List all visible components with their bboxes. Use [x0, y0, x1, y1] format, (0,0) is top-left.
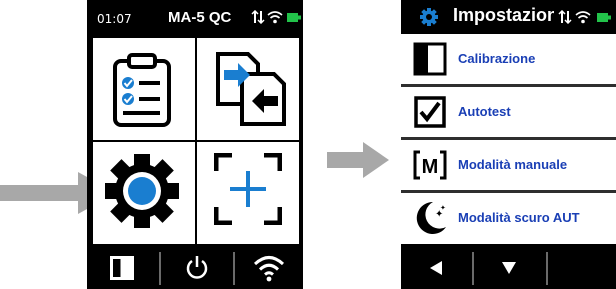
title-bar: Impostazioni — [401, 0, 616, 34]
battery-icon — [597, 13, 611, 22]
signal-icon — [251, 10, 265, 24]
wifi-button[interactable] — [235, 246, 303, 289]
wifi-status-icon — [575, 11, 591, 24]
bottom-button-empty[interactable] — [548, 246, 616, 289]
menu-item-label: Autotest — [458, 104, 511, 119]
data-transfer-icon — [216, 52, 286, 126]
calibration-tile-icon — [110, 256, 134, 280]
tile-tasks[interactable] — [93, 38, 196, 141]
settings-gear-icon — [420, 8, 438, 26]
grid-divider-horizontal — [93, 140, 299, 142]
settings-menu: Calibrazione Autotest M Modalità manuale — [401, 34, 616, 244]
down-arrow-icon — [502, 262, 516, 274]
home-grid — [93, 38, 299, 244]
tile-transfer[interactable] — [196, 38, 299, 141]
menu-item-selftest[interactable]: Autotest — [401, 87, 616, 137]
checkbox-icon — [414, 96, 446, 128]
svg-text:M: M — [422, 156, 439, 178]
status-icons — [554, 0, 616, 34]
svg-text:✦: ✦ — [440, 204, 446, 212]
pointer-arrow-to-settings — [327, 142, 389, 178]
status-bar: 01:07 MA-5 QC — [87, 0, 303, 36]
clipboard-checklist-icon — [113, 53, 171, 127]
menu-item-manual-mode[interactable]: M Modalità manuale — [401, 140, 616, 190]
bottom-bar — [87, 246, 303, 289]
menu-item-label: Modalità scuro AUT — [458, 210, 580, 225]
menu-item-dark-mode[interactable]: ✦ ✦ Modalità scuro AUT — [401, 193, 616, 243]
tile-measure[interactable] — [196, 141, 299, 244]
down-button[interactable] — [474, 246, 544, 289]
manual-mode-icon: M — [413, 150, 447, 180]
bottom-bar — [401, 246, 616, 289]
dark-mode-moon-icon: ✦ ✦ — [416, 201, 446, 234]
left-button[interactable] — [401, 246, 471, 289]
tile-settings[interactable] — [93, 141, 196, 244]
measure-target-icon — [214, 153, 282, 225]
signal-icon — [558, 10, 572, 24]
menu-item-calibration[interactable]: Calibrazione — [401, 34, 616, 84]
calibration-tile-icon — [413, 42, 447, 76]
device-name: MA-5 QC — [168, 9, 232, 26]
settings-screen: Impostazioni Calibrazione Autotest M Mod… — [401, 0, 616, 289]
battery-icon — [287, 13, 301, 22]
wifi-icon — [253, 256, 285, 282]
settings-gear-icon — [105, 154, 179, 228]
home-screen: 01:07 MA-5 QC — [87, 0, 303, 289]
page-title: Impostazioni — [453, 5, 564, 25]
left-arrow-icon — [430, 261, 442, 275]
calibration-button[interactable] — [87, 246, 157, 289]
clock-time: 01:07 — [97, 12, 132, 26]
wifi-status-icon — [267, 11, 283, 24]
power-icon — [186, 256, 208, 279]
menu-item-label: Calibrazione — [458, 51, 536, 66]
menu-item-label: Modalità manuale — [458, 157, 568, 172]
power-button[interactable] — [161, 246, 231, 289]
